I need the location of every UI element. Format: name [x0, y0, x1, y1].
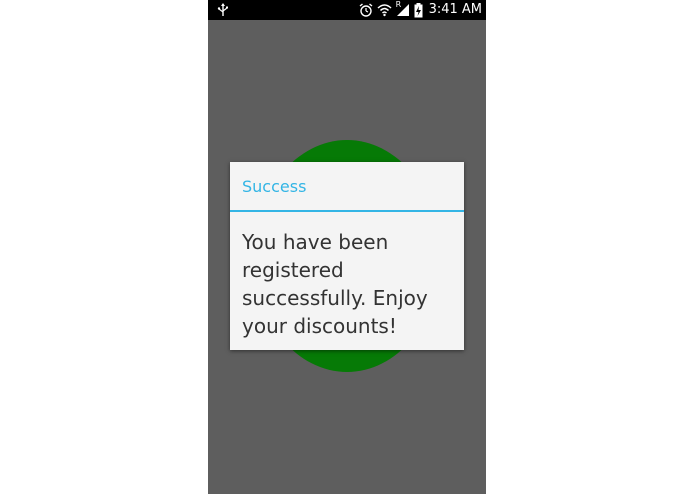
status-time: 3:41 AM	[428, 2, 482, 17]
dialog-title-divider	[230, 210, 464, 212]
status-bar: R 3:41 AM	[208, 0, 486, 20]
signal-icon: R	[395, 0, 410, 17]
dialog-title: Success	[242, 177, 307, 196]
roaming-label: R	[395, 0, 402, 9]
phone-screen: R 3:41 AM Success You have been register…	[208, 0, 486, 494]
battery-charging-icon	[414, 2, 423, 18]
alarm-icon	[359, 3, 373, 17]
status-icons: R 3:41 AM	[359, 0, 482, 20]
usb-icon	[216, 3, 230, 17]
dialog-message: You have been registered successfully. E…	[242, 230, 428, 338]
wifi-icon	[377, 3, 392, 17]
success-dialog: Success You have been registered success…	[230, 162, 464, 350]
